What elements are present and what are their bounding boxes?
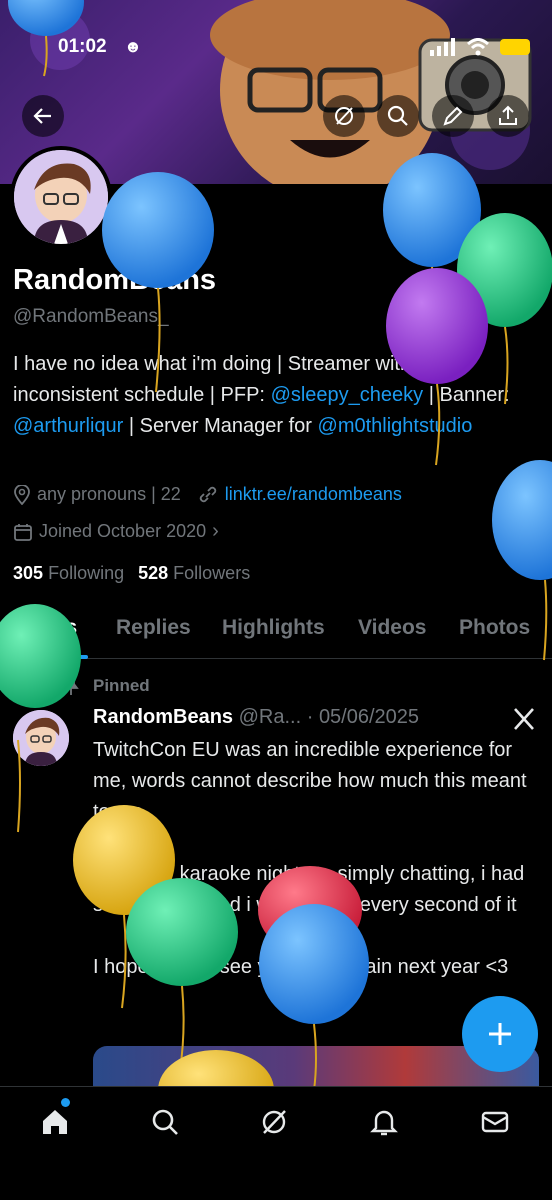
profile-handle: @RandomBeans_	[13, 306, 169, 327]
joined-row[interactable]: Joined October 2020 ›	[13, 520, 219, 543]
following-count: 305	[13, 563, 44, 583]
post-separator: ·	[306, 706, 314, 728]
bio-mention-studio[interactable]: @m0thlightstudio	[318, 415, 473, 437]
post-paragraph: I hope i get to see you guys again next …	[93, 956, 509, 978]
bio-mention-pfp[interactable]: @sleepy_cheeky	[271, 384, 424, 406]
chevron-right-icon: ›	[212, 520, 219, 542]
tab-highlights[interactable]: Highlights	[222, 616, 325, 640]
post-header: RandomBeans @Ra... · 05/06/2025	[93, 706, 419, 729]
home-icon	[43, 1110, 67, 1134]
active-tab-indicator	[16, 655, 88, 659]
wifi-icon	[466, 38, 490, 56]
post-paragraph: TwitchCon EU was an incredible experienc…	[93, 739, 527, 823]
profile-meta-row: any pronouns | 22 linktr.ee/randombeans	[13, 484, 402, 505]
back-button[interactable]	[22, 95, 64, 137]
bio-text: | Banner:	[423, 384, 510, 406]
battery-icon	[500, 39, 530, 55]
tab-videos[interactable]: Videos	[358, 616, 426, 640]
grok-button[interactable]	[323, 95, 365, 137]
status-time: 01:02	[58, 36, 107, 57]
notifications-icon	[370, 1110, 398, 1136]
grok-icon	[335, 107, 353, 125]
arrow-left-icon	[33, 108, 51, 124]
follow-counts: 305 Following 528 Followers	[13, 563, 250, 584]
profile-tabs: Posts Replies Highlights Videos Photos	[0, 604, 552, 659]
post-date: 05/06/2025	[318, 706, 420, 728]
bio-text: | Server Manager for	[123, 415, 318, 437]
following-link[interactable]: 305 Following	[13, 563, 124, 584]
nav-notifications[interactable]	[367, 1105, 401, 1139]
share-icon	[499, 105, 517, 125]
avatar-artwork	[14, 150, 108, 244]
post-handle: @Ra...	[238, 706, 302, 728]
post-author[interactable]: RandomBeans	[93, 706, 233, 728]
calendar-icon	[14, 523, 32, 541]
home-notification-dot	[61, 1098, 70, 1107]
smiley-status-icon: ☻	[124, 37, 142, 56]
status-bar: 01:02 ☻	[0, 28, 552, 64]
post-avatar-artwork	[13, 710, 69, 766]
pinned-label: Pinned	[93, 676, 150, 695]
search-button[interactable]	[377, 95, 419, 137]
post-paragraph: From our karaoke nights to simply chatti…	[93, 863, 525, 916]
bio-mention-banner[interactable]: @arthurliqur	[13, 415, 123, 437]
post-body: TwitchCon EU was an incredible experienc…	[93, 735, 538, 1014]
edit-icon	[443, 106, 463, 126]
website-link[interactable]: linktr.ee/randombeans	[225, 484, 402, 505]
profile-bio: I have no idea what i'm doing | Streamer…	[13, 349, 538, 442]
nav-grok[interactable]	[257, 1105, 291, 1139]
followers-count: 528	[138, 563, 169, 583]
joined-text: Joined October 2020	[39, 521, 207, 541]
tab-posts[interactable]: Posts	[20, 616, 77, 640]
share-button[interactable]	[487, 95, 529, 137]
search-icon	[387, 105, 408, 126]
compose-button[interactable]	[462, 996, 538, 1072]
nav-messages[interactable]	[478, 1105, 512, 1139]
followers-label: Followers	[173, 563, 251, 583]
grok-icon	[262, 1110, 286, 1134]
nav-home[interactable]	[38, 1105, 72, 1139]
location-icon	[14, 484, 30, 505]
bottom-navigation	[0, 1086, 552, 1157]
edit-button[interactable]	[432, 95, 474, 137]
search-icon	[152, 1109, 178, 1135]
followers-link[interactable]: 528 Followers	[138, 563, 250, 584]
post-avatar[interactable]	[13, 710, 69, 766]
nav-search[interactable]	[148, 1105, 182, 1139]
x-logo-icon[interactable]	[512, 707, 536, 731]
messages-icon	[481, 1111, 509, 1133]
plus-icon	[489, 1023, 511, 1045]
tab-photos[interactable]: Photos	[459, 616, 530, 640]
link-icon	[199, 486, 216, 502]
following-label: Following	[48, 563, 125, 583]
signal-icon	[430, 38, 455, 56]
profile-avatar[interactable]	[10, 146, 112, 248]
tab-replies[interactable]: Replies	[116, 616, 191, 640]
location-text: any pronouns | 22	[37, 484, 181, 504]
profile-name: RandomBeans	[13, 264, 217, 296]
pin-icon	[63, 677, 79, 695]
